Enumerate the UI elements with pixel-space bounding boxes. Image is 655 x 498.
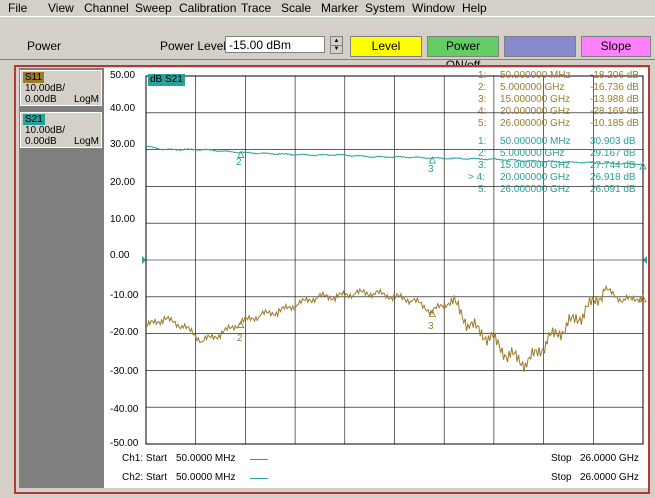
marker-readout-value: -16.736 dB (590, 82, 639, 93)
marker-readout-freq: 15.000000 GHz (500, 94, 571, 105)
trace-marker-label: 2 (236, 157, 242, 168)
marker-readout-value: 30.903 dB (590, 136, 636, 147)
marker-readout-num: > 4: (468, 172, 485, 183)
marker-readout-freq: 26.000000 GHz (500, 118, 571, 129)
marker-readout-freq: 5.000000 GHz (500, 148, 565, 159)
marker-readout-num: 4: (478, 106, 487, 117)
ref-level-marker-left (142, 256, 146, 264)
ch1-stop-label: Stop (551, 453, 572, 464)
ch1-stop-value: 26.0000 GHz (580, 453, 639, 464)
marker-readout-num: 5: (478, 118, 487, 129)
ch2-legend-line (250, 478, 268, 479)
marker-readout-freq: 50.000000 MHz (500, 136, 571, 147)
ch1-start-label: Ch1: Start (122, 453, 168, 464)
marker-readout-value: -10.185 dB (590, 118, 639, 129)
ref-level-marker-right (643, 256, 647, 264)
marker-readout-freq: 20.000000 GHz (500, 172, 571, 183)
marker-readout-freq: 50.000000 MHz (500, 70, 571, 81)
marker-readout-num: 5: (478, 184, 487, 195)
marker-readout-num: 3: (478, 160, 487, 171)
marker-readout-value: 26.918 dB (590, 172, 636, 183)
trace-marker-label: 3 (428, 321, 434, 332)
marker-readout-value: 26.091 dB (590, 184, 636, 195)
trace-marker-label: 3 (428, 164, 434, 175)
ch2-stop-value: 26.0000 GHz (580, 472, 639, 483)
marker-readout-freq: 26.000000 GHz (500, 184, 571, 195)
marker-readout-value: -28.169 dB (590, 106, 639, 117)
marker-readout-num: 2: (478, 82, 487, 93)
trace-marker-label: 2 (237, 333, 243, 344)
marker-readout-num: 3: (478, 94, 487, 105)
marker-readout-value: -13.988 dB (590, 94, 639, 105)
marker-readout-freq: 20.000000 GHz (500, 106, 571, 117)
ch2-stop-label: Stop (551, 472, 572, 483)
ch2-start-label: Ch2: Start (122, 472, 168, 483)
marker-readout-freq: 5.000000 GHz (500, 82, 565, 93)
ch1-legend-line (250, 459, 268, 460)
active-trace-tag: dB S21 (148, 74, 185, 86)
marker-readout-value: 27.744 dB (590, 160, 636, 171)
marker-readout-value: -18.206 dB (590, 70, 639, 81)
marker-readout-num: 1: (478, 136, 487, 147)
ch1-start-value: 50.0000 MHz (176, 453, 236, 464)
ch2-start-value: 50.0000 MHz (176, 472, 236, 483)
marker-readout-value: 29.167 dB (590, 148, 636, 159)
marker-readout-num: 2: (478, 148, 487, 159)
marker-readout-freq: 15.000000 GHz (500, 160, 571, 171)
marker-readout-num: 1: (478, 70, 487, 81)
